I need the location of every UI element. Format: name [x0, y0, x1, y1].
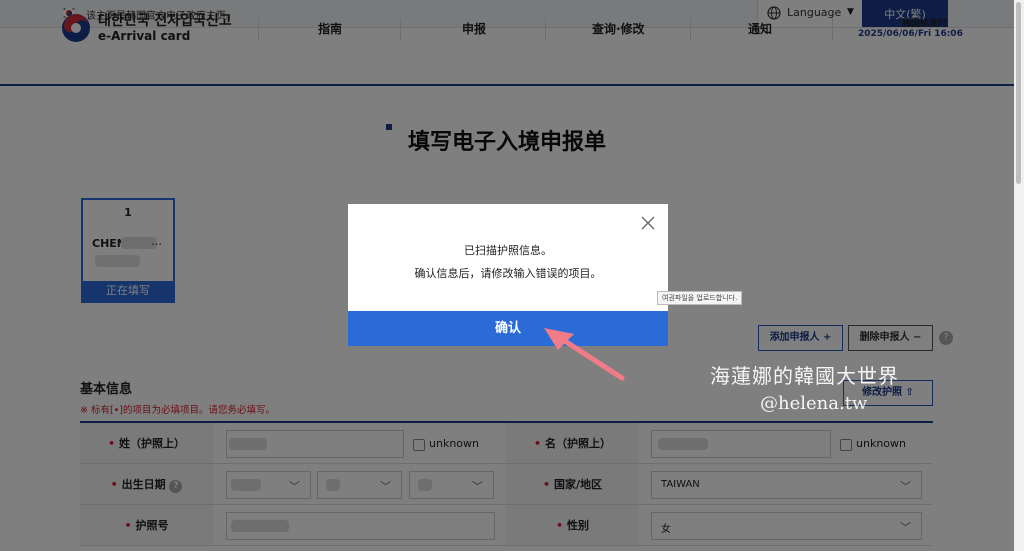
scrollbar-thumb[interactable]	[1016, 2, 1021, 184]
watermark-handle: @helena.tw	[760, 393, 868, 414]
pointer-arrow-icon	[544, 328, 625, 381]
dialog-message-line2: 确认信息后，请修改输入错误的项目。	[414, 267, 602, 280]
watermark-blog-name: 海蓮娜的韓國大世界	[710, 364, 899, 388]
close-icon[interactable]	[640, 215, 656, 231]
dialog-message-line1: 已扫描护照信息。	[464, 244, 552, 257]
upload-tooltip: 여권파일을 업로드합니다.	[657, 291, 743, 305]
